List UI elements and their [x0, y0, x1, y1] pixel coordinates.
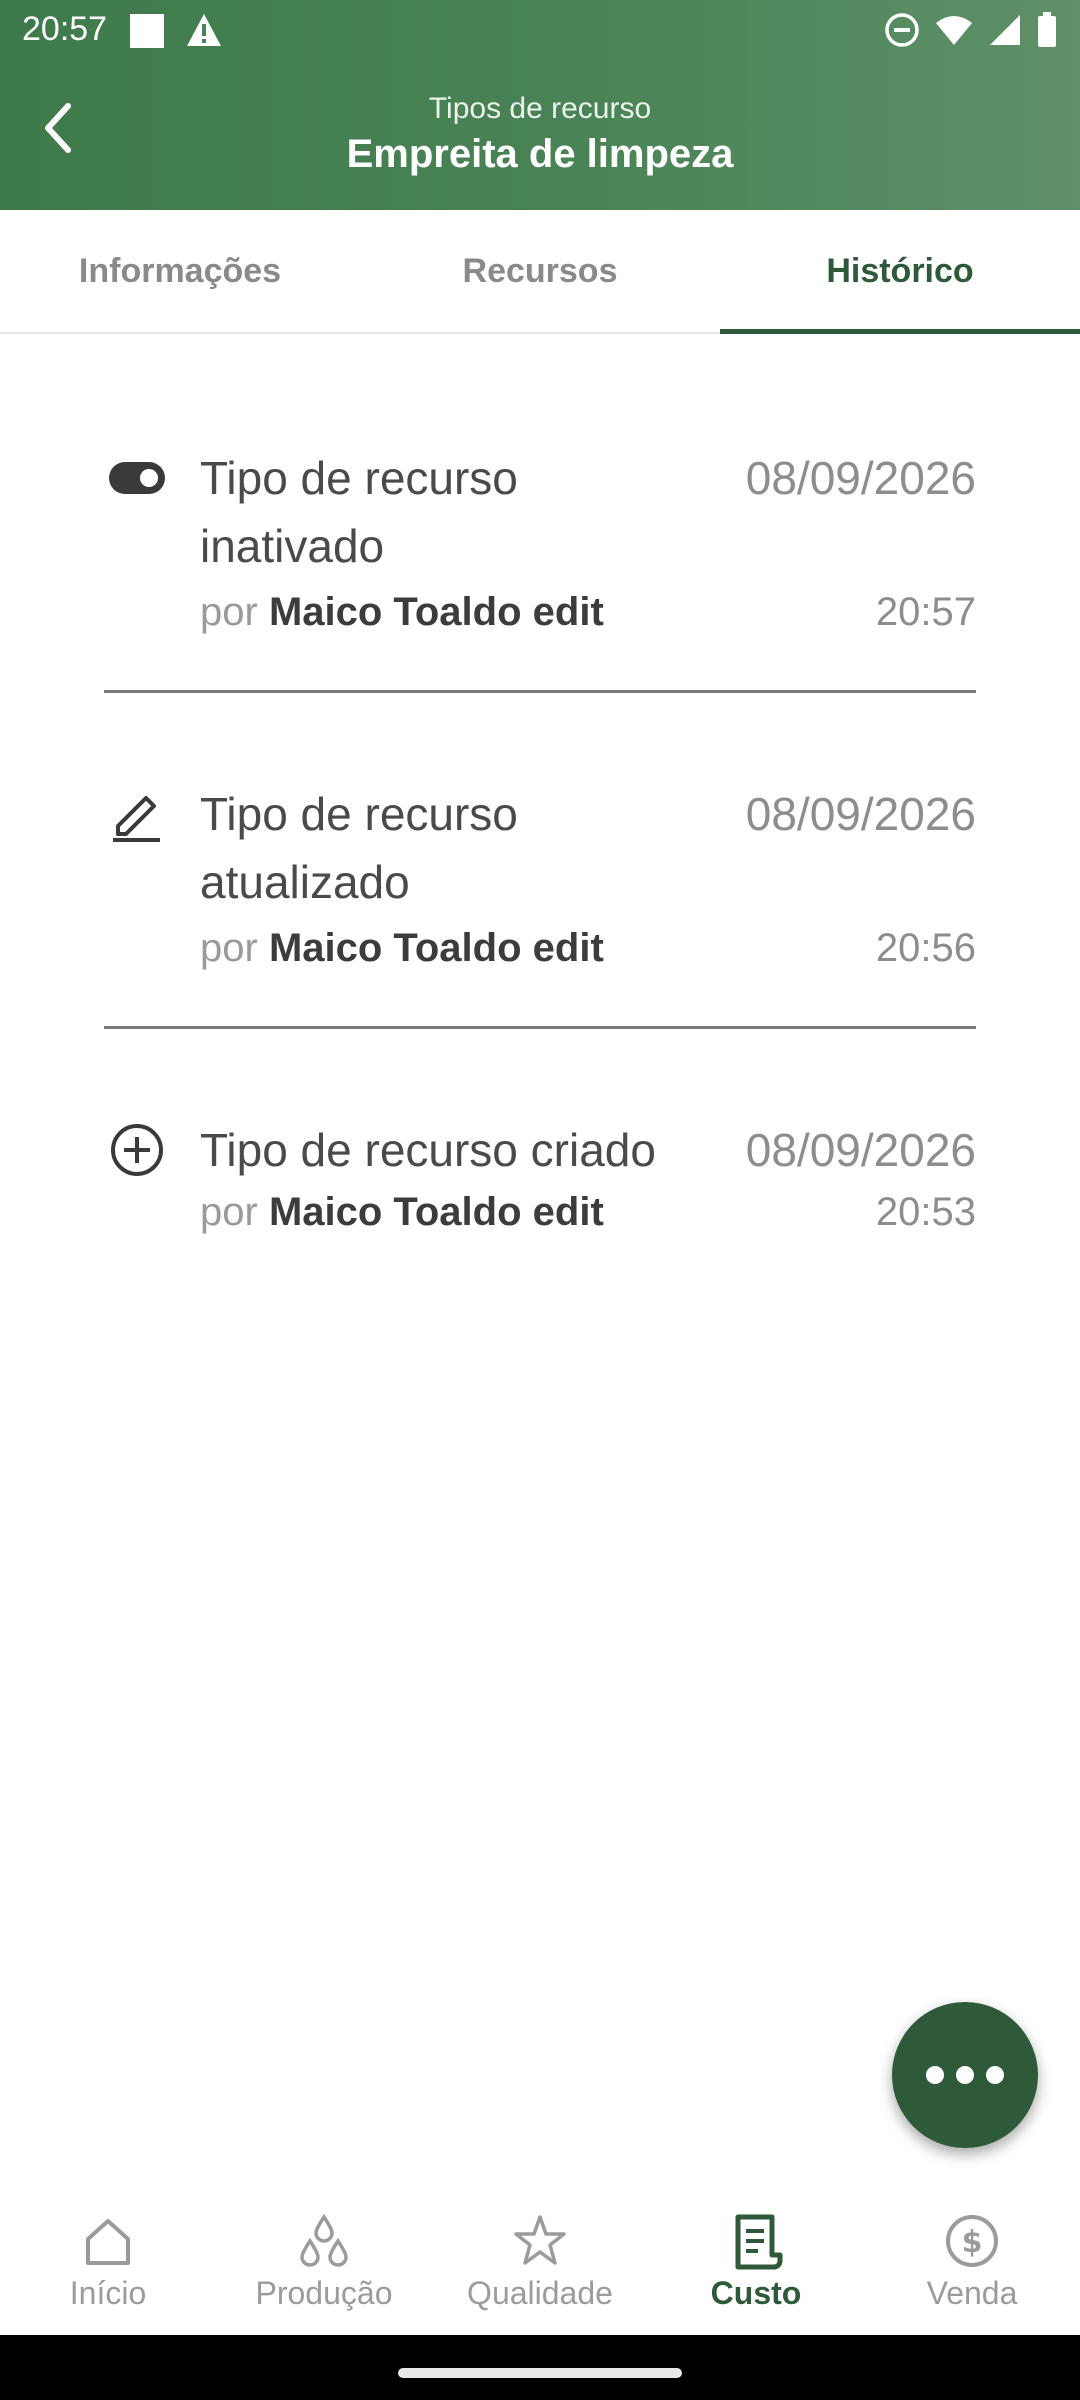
- notification-square-icon: [130, 14, 164, 48]
- author-name: Maico Toaldo edit: [268, 590, 604, 634]
- warning-icon: [185, 12, 223, 53]
- more-dots-icon: [986, 2066, 1004, 2084]
- more-dots-icon: [926, 2066, 944, 2084]
- battery-icon: [1038, 12, 1056, 47]
- bottom-navigation: Início Produção Qualidade Custo $ Venda: [0, 2185, 1080, 2335]
- receipt-icon: [735, 2214, 783, 2270]
- toolbar: Tipos de recurso Empreita de limpeza: [0, 64, 1080, 210]
- tab-bar: Informações Recursos Histórico: [0, 210, 1080, 334]
- signal-icon: [990, 15, 1020, 45]
- nav-item-producao[interactable]: Produção: [216, 2185, 432, 2335]
- tab-informacoes[interactable]: Informações: [0, 210, 360, 332]
- history-entry-date: 08/09/2026: [745, 788, 976, 840]
- nav-item-custo[interactable]: Custo: [648, 2185, 864, 2335]
- author-prefix: por: [200, 926, 258, 970]
- history-entry-time: 20:57: [875, 590, 976, 634]
- plus-circle-icon: [104, 1120, 170, 1180]
- drops-icon: [300, 2213, 348, 2267]
- nav-item-inicio[interactable]: Início: [0, 2185, 216, 2335]
- history-entry-time: 20:56: [875, 926, 976, 970]
- status-icons: [884, 12, 1058, 48]
- history-entry-title: Tipo de recurso criado: [200, 1124, 656, 1176]
- svg-text:$: $: [962, 2225, 983, 2260]
- page-title: Empreita de limpeza: [346, 132, 734, 176]
- more-actions-button[interactable]: [892, 2002, 1038, 2148]
- home-icon: [86, 2219, 130, 2265]
- home-gesture-handle[interactable]: [398, 2368, 682, 2378]
- app-header-area: 20:57 Tipos de recurso Empreita de limpe…: [0, 0, 1080, 210]
- star-icon: [514, 2215, 566, 2265]
- history-entry-date: 08/09/2026: [745, 1124, 976, 1176]
- nav-label: Custo: [710, 2275, 802, 2311]
- history-entry: Tipo de recurso atualizado 08/09/2026 po…: [104, 736, 976, 1029]
- nav-label: Venda: [926, 2275, 1018, 2311]
- status-bar: 20:57: [0, 0, 1080, 64]
- nav-label: Início: [69, 2275, 147, 2311]
- tab-recursos[interactable]: Recursos: [360, 210, 720, 332]
- author-name: Maico Toaldo edit: [268, 926, 604, 970]
- pencil-icon: [104, 784, 170, 844]
- toggle-icon: [104, 448, 170, 508]
- wifi-icon: [936, 16, 972, 45]
- history-entry-time: 20:53: [875, 1190, 976, 1234]
- history-entry-date: 08/09/2026: [745, 452, 976, 504]
- nav-label: Produção: [255, 2275, 393, 2311]
- divider: [104, 690, 976, 693]
- header-subtitle: Tipos de recurso: [428, 92, 652, 125]
- nav-item-qualidade[interactable]: Qualidade: [432, 2185, 648, 2335]
- history-entry: Tipo de recurso criado 08/09/2026 por Ma…: [104, 1072, 976, 1272]
- author-prefix: por: [200, 590, 258, 634]
- nav-label: Qualidade: [467, 2275, 613, 2311]
- history-entry-author: por Maico Toaldo edit: [200, 1190, 604, 1235]
- system-navigation-bar: [0, 2335, 1080, 2400]
- history-entry-title: Tipo de recurso atualizado: [200, 788, 518, 908]
- history-entry: Tipo de recurso inativado 08/09/2026 por…: [104, 400, 976, 693]
- status-time: 20:57: [22, 10, 108, 48]
- dollar-circle-icon: $: [946, 2215, 998, 2267]
- history-entry-author: por Maico Toaldo edit: [200, 590, 604, 635]
- history-entry-title: Tipo de recurso inativado: [200, 452, 518, 572]
- nav-item-venda[interactable]: $ Venda: [864, 2185, 1080, 2335]
- more-dots-icon: [956, 2066, 974, 2084]
- author-name: Maico Toaldo edit: [268, 1190, 604, 1234]
- dnd-icon: [885, 13, 919, 47]
- divider: [104, 1026, 976, 1029]
- history-entry-author: por Maico Toaldo edit: [200, 926, 604, 971]
- tab-historico[interactable]: Histórico: [720, 210, 1080, 334]
- author-prefix: por: [200, 1190, 258, 1234]
